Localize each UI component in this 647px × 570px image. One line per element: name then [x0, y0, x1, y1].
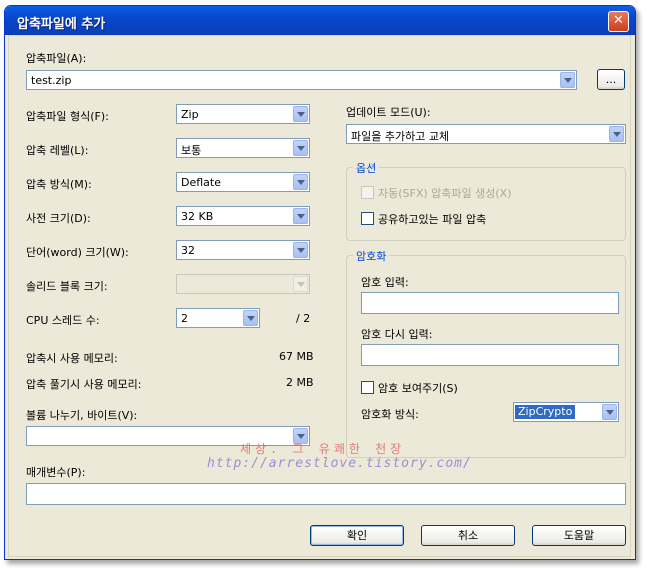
shared-files-checkbox[interactable]: 공유하고있는 파일 압축 [361, 211, 486, 227]
options-group: 옵션 자동(SFX) 압축파일 생성(X) 공유하고있는 파일 압축 [346, 160, 626, 241]
watermark-title: 세상. 그 유쾌한 천장 [240, 442, 406, 456]
compress-memory-value: 67 MB [279, 350, 314, 363]
encryption-title: 암호화 [353, 248, 390, 264]
chevron-down-icon[interactable] [609, 126, 624, 142]
window-title: 압축파일에 추가 [17, 17, 106, 32]
method-select[interactable]: Deflate [176, 172, 310, 192]
params-input[interactable] [26, 483, 626, 505]
encryption-method-select[interactable]: ZipCrypto [513, 402, 619, 422]
threads-select[interactable]: 2 [176, 308, 260, 328]
decompress-memory-label: 압축 풀기시 사용 메모리: [26, 378, 142, 391]
checkbox-icon[interactable] [361, 212, 374, 225]
decompress-memory-value: 2 MB [286, 376, 314, 389]
compress-memory-label: 압축시 사용 메모리: [26, 352, 118, 365]
update-mode-value: 파일을 추가하고 교체 [351, 130, 450, 143]
sfx-checkbox: 자동(SFX) 압축파일 생성(X) [361, 185, 512, 201]
archive-path-combobox[interactable]: test.zip [26, 70, 577, 90]
solid-block-label: 솔리드 블록 크기: [26, 280, 108, 293]
show-password-label: 암호 보여주기(S) [378, 382, 458, 395]
browse-button[interactable]: ... [597, 69, 625, 90]
ok-button[interactable]: 확인 [310, 525, 404, 546]
show-password-checkbox[interactable]: 암호 보여주기(S) [361, 380, 458, 396]
chevron-down-icon[interactable] [293, 208, 308, 224]
archive-path-value: test.zip [31, 74, 72, 87]
update-mode-label: 업데이트 모드(U): [346, 106, 431, 119]
level-value: 보통 [181, 144, 202, 157]
password-input[interactable] [361, 292, 619, 314]
title-bar[interactable]: 압축파일에 추가 ✕ [5, 6, 635, 35]
chevron-down-icon[interactable] [560, 72, 575, 88]
threads-label: CPU 스레드 수: [26, 314, 100, 327]
add-to-archive-dialog: 압축파일에 추가 ✕ 압축파일(A): test.zip ... 압축파일 형식… [4, 5, 636, 560]
close-icon[interactable]: ✕ [608, 11, 629, 32]
level-label: 압축 레벨(L): [26, 144, 89, 157]
method-label: 압축 방식(M): [26, 178, 92, 191]
word-size-value: 32 [181, 244, 195, 257]
sfx-label: 자동(SFX) 압축파일 생성(X) [378, 187, 512, 200]
watermark-url: http://arrestlove.tistory.com/ [207, 456, 472, 471]
method-value: Deflate [181, 176, 221, 189]
word-size-label: 단어(word) 크기(W): [26, 246, 129, 259]
format-select[interactable]: Zip [176, 104, 310, 124]
archive-label: 압축파일(A): [26, 52, 87, 65]
chevron-down-icon[interactable] [602, 404, 617, 420]
dialog-body: 압축파일(A): test.zip ... 압축파일 형식(F): Zip 압축… [8, 35, 631, 557]
format-label: 압축파일 형식(F): [26, 110, 109, 123]
help-button[interactable]: 도움말 [532, 525, 626, 546]
format-value: Zip [181, 108, 199, 121]
volume-label: 볼륨 나누기, 바이트(V): [26, 409, 138, 422]
dictionary-label: 사전 크기(D): [26, 212, 91, 225]
encryption-method-label: 암호화 방식: [361, 408, 419, 421]
update-mode-select[interactable]: 파일을 추가하고 교체 [346, 124, 626, 144]
cancel-button[interactable]: 취소 [421, 525, 515, 546]
params-label: 매개변수(P): [26, 466, 86, 479]
encryption-group: 암호화 암호 입력: 암호 다시 입력: 암호 보여주기(S) 암호화 방식: … [346, 248, 626, 458]
encryption-method-value: ZipCrypto [515, 405, 576, 419]
chevron-down-icon[interactable] [293, 242, 308, 258]
shared-files-label: 공유하고있는 파일 압축 [378, 213, 487, 226]
dictionary-select[interactable]: 32 KB [176, 206, 310, 226]
chevron-down-icon[interactable] [293, 140, 308, 156]
reenter-password-input[interactable] [361, 344, 619, 366]
level-select[interactable]: 보통 [176, 138, 310, 158]
dictionary-value: 32 KB [181, 210, 214, 223]
password-label: 암호 입력: [361, 276, 409, 289]
chevron-down-icon [293, 276, 308, 292]
reenter-password-label: 암호 다시 입력: [361, 328, 433, 341]
solid-block-select [176, 274, 310, 294]
options-title: 옵션 [353, 160, 380, 176]
chevron-down-icon[interactable] [243, 310, 258, 326]
threads-value: 2 [181, 312, 188, 325]
threads-total: / 2 [296, 312, 311, 325]
checkbox-icon [361, 186, 374, 199]
chevron-down-icon[interactable] [293, 174, 308, 190]
word-size-select[interactable]: 32 [176, 240, 310, 260]
checkbox-icon[interactable] [361, 381, 374, 394]
chevron-down-icon[interactable] [293, 106, 308, 122]
